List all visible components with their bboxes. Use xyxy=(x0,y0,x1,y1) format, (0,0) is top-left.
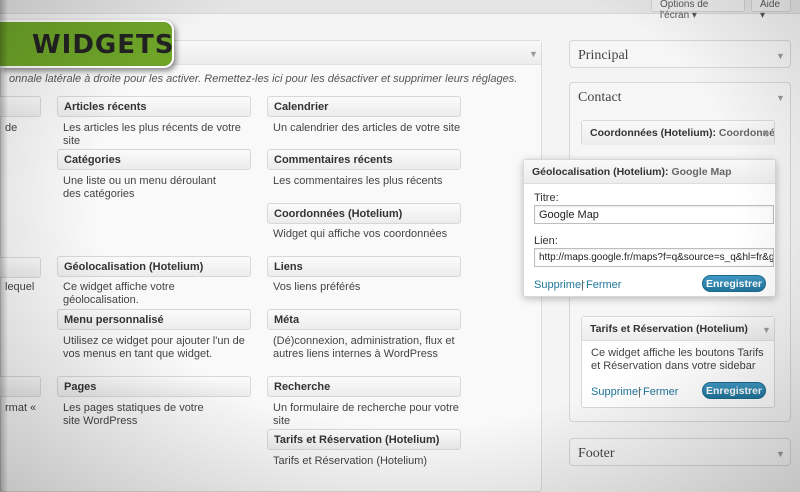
sidebar-principal[interactable]: Principal ▼ xyxy=(569,40,791,68)
link-field-label: Lien: xyxy=(534,235,558,247)
widget-description: Les pages statiques de votre site WordPr… xyxy=(63,402,204,427)
widget-header[interactable]: Géolocalisation (Hotelium): Google Map xyxy=(524,160,775,184)
widget-header-title: Géolocalisation (Hotelium): xyxy=(532,166,669,178)
widget-tarifs-reservation[interactable]: Tarifs et Réservation (Hotelium) xyxy=(267,429,461,450)
link-separator: | xyxy=(638,386,641,398)
available-widgets-panel: ▼ onnale latérale à droite pour les acti… xyxy=(0,40,542,492)
sidebar-title: Principal xyxy=(578,48,629,63)
available-widgets-description: onnale latérale à droite pour les active… xyxy=(9,73,518,85)
widget-description: Les commentaires les plus récents xyxy=(273,175,443,187)
widget-desc-fragment: rmat « xyxy=(5,402,37,414)
widget-header[interactable]: Tarifs et Réservation (Hotelium) xyxy=(582,317,774,341)
widgets-badge: WIDGETS xyxy=(0,20,174,68)
widget-geolocalisation[interactable]: Géolocalisation (Hotelium) xyxy=(57,256,251,277)
widget-header-subtitle: Google Map xyxy=(671,166,732,178)
save-button[interactable]: Enregistrer xyxy=(702,275,766,292)
widget-header-title: Tarifs et Réservation (Hotelium) xyxy=(590,323,748,335)
widget-description: Un formulaire de recherche pour votre si… xyxy=(273,402,459,427)
close-link[interactable]: Fermer xyxy=(586,279,621,291)
help-label: Aide xyxy=(760,0,781,10)
widget-description: Une liste ou un menu déroulant des catég… xyxy=(63,175,216,200)
chevron-down-icon[interactable]: ▼ xyxy=(762,325,771,335)
widget-description: (Dé)connexion, administration, flux et a… xyxy=(273,335,455,360)
title-input[interactable]: Google Map xyxy=(534,205,774,224)
widget-calendrier[interactable]: Calendrier xyxy=(267,96,461,117)
delete-link[interactable]: Supprimer xyxy=(534,279,585,291)
widget-description: Tarifs et Réservation (Hotelium) xyxy=(273,455,428,467)
screen-options-label: Options de l'écran xyxy=(660,0,709,21)
link-separator: | xyxy=(581,279,584,291)
save-button[interactable]: Enregistrer xyxy=(702,382,766,399)
sidebar-footer[interactable]: Footer ▼ xyxy=(569,438,791,466)
widget-description: Un calendrier des articles de votre site xyxy=(273,122,461,134)
contact-widget-geolocalisation: Géolocalisation (Hotelium): Google Map T… xyxy=(523,159,776,297)
admin-screen: Options de l'écran ▾ Aide ▾ ▼ onnale lat… xyxy=(0,0,800,492)
widget-pages[interactable]: Pages xyxy=(57,376,251,397)
widget-commentaires-recents[interactable]: Commentaires récents xyxy=(267,149,461,170)
chevron-down-icon[interactable]: ▼ xyxy=(762,129,771,139)
title-field-label: Titre: xyxy=(534,192,559,204)
sidebar-title: Contact xyxy=(578,90,622,105)
widget-description: Ce widget affiche les boutons Tarifs et … xyxy=(591,347,764,372)
screen-options-button[interactable]: Options de l'écran ▾ xyxy=(651,0,745,21)
link-input[interactable]: http://maps.google.fr/maps?f=q&source=s_… xyxy=(534,248,774,267)
widget-header-title: Coordonnées (Hotelium): xyxy=(590,127,716,139)
sidebar-title: Footer xyxy=(578,446,615,461)
contact-widget-coordonnees[interactable]: Coordonnées (Hotelium): Coordonnée ▼ xyxy=(581,120,775,145)
chevron-down-icon[interactable]: ▼ xyxy=(776,449,785,459)
widget-description: Les articles les plus récents de votre s… xyxy=(63,122,241,147)
widget-recherche[interactable]: Recherche xyxy=(267,376,461,397)
widget-description: Vos liens préférés xyxy=(273,281,361,293)
close-link[interactable]: Fermer xyxy=(643,386,678,398)
widget-menu-personnalise[interactable]: Menu personnalisé xyxy=(57,309,251,330)
chevron-down-icon[interactable]: ▼ xyxy=(529,49,538,59)
chevron-down-icon[interactable]: ▼ xyxy=(776,51,785,61)
widget-description: Ce widget affiche votre géolocalisation. xyxy=(63,281,175,306)
widget-categories[interactable]: Catégories xyxy=(57,149,251,170)
chevron-down-icon[interactable]: ▼ xyxy=(776,93,785,103)
widget-liens[interactable]: Liens xyxy=(267,256,461,277)
contact-widget-tarifs: Tarifs et Réservation (Hotelium) ▼ Ce wi… xyxy=(581,316,775,408)
widget-description: Utilisez ce widget pour ajouter l'un de … xyxy=(63,335,245,360)
widget-header[interactable]: Coordonnées (Hotelium): Coordonnée xyxy=(582,121,774,145)
delete-link[interactable]: Supprimer xyxy=(591,386,642,398)
help-button[interactable]: Aide ▾ xyxy=(751,0,791,21)
badge-title: WIDGETS xyxy=(32,30,175,60)
widget-coordonnees[interactable]: Coordonnées (Hotelium) xyxy=(267,203,461,224)
widget-articles-recents[interactable]: Articles récents xyxy=(57,96,251,117)
widget-description: Widget qui affiche vos coordonnées xyxy=(273,228,448,240)
widget-meta[interactable]: Méta xyxy=(267,309,461,330)
widget-desc-fragment: lequel xyxy=(5,281,35,293)
left-shadow-edge xyxy=(0,0,8,492)
